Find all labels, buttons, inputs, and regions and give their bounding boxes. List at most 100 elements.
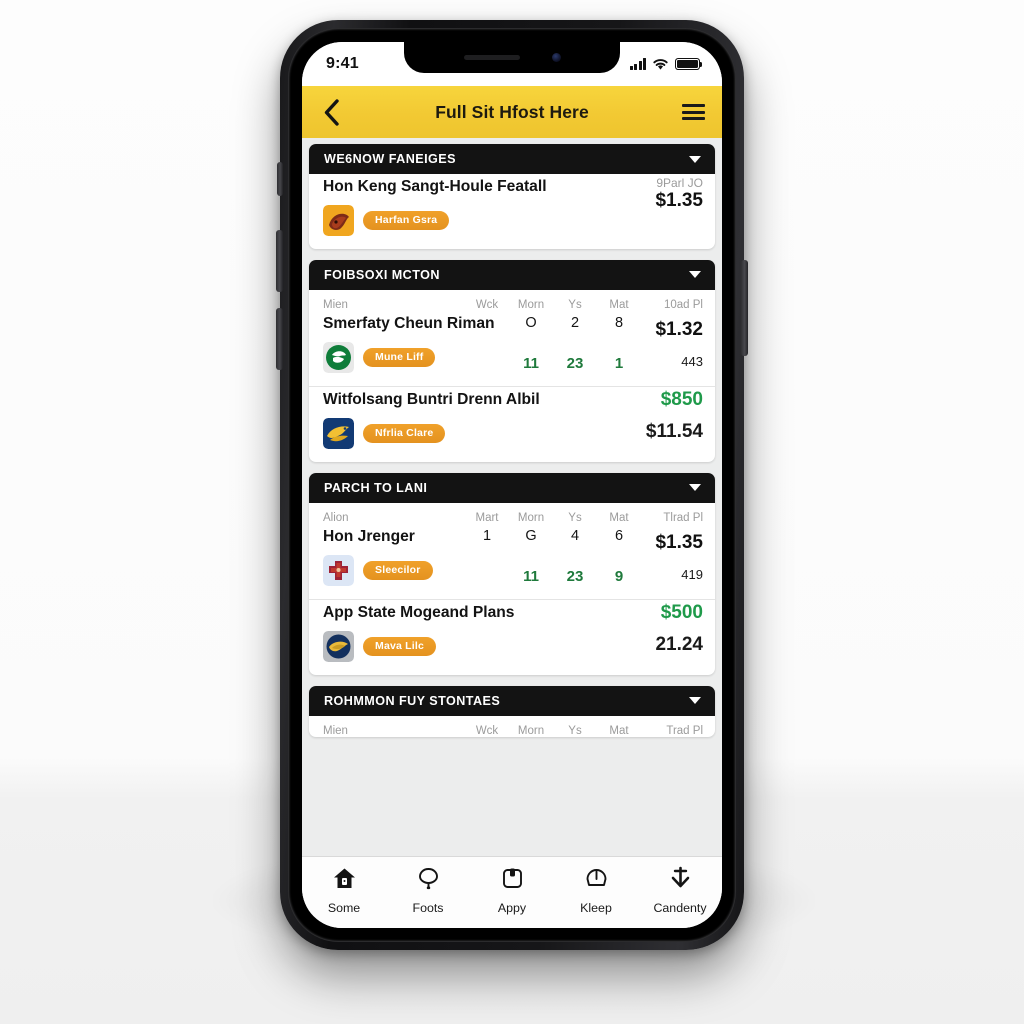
stat-column: 1 xyxy=(465,526,509,586)
row-title: Smerfaty Cheun Riman xyxy=(323,314,495,332)
chevron-down-icon[interactable] xyxy=(689,271,701,279)
stat-value-bottom: 23 xyxy=(566,567,584,585)
row-meta: Nfrlia Clare xyxy=(323,417,641,449)
price-column: $850 $11.54 xyxy=(641,389,703,449)
team-logo-green-icon xyxy=(323,341,354,373)
status-badge[interactable]: Sleecilor xyxy=(363,560,433,580)
tab-kleep[interactable]: Kleep xyxy=(554,866,638,915)
tab-foots[interactable]: Foots xyxy=(386,866,470,915)
device-notch xyxy=(404,42,620,73)
table-row[interactable]: Witfolsang Buntri Drenn Albil Nfrlia Clar… xyxy=(309,387,715,462)
column-header-4: Mat xyxy=(609,298,629,311)
status-badge[interactable]: Mava Lilc xyxy=(363,636,437,656)
stat-column: G 11 xyxy=(509,526,553,586)
section-card: FOIBSOXI MCTON Mien Wck Morn Ys Mat 10ad Pl Sme… xyxy=(309,259,715,462)
section-header[interactable]: PARCH TO LANI xyxy=(309,472,715,503)
tab-appy[interactable]: Appy xyxy=(470,866,554,915)
team-logo-red-cross-icon xyxy=(323,554,354,586)
row-main: Hon Jrenger Sleecilor xyxy=(323,526,465,586)
row-main: App State Mogeand Plans Mava Lilc xyxy=(323,602,641,662)
row-title: App State Mogeand Plans xyxy=(323,603,515,621)
stat-value-top: 1 xyxy=(482,527,492,544)
balloon-icon xyxy=(416,866,441,896)
price-sub: 443 xyxy=(681,353,703,369)
chevron-down-icon[interactable] xyxy=(689,484,701,492)
status-badge[interactable]: Harfan Gsra xyxy=(363,210,450,230)
power-button[interactable] xyxy=(741,260,748,356)
price-main: $1.35 xyxy=(655,190,703,211)
stat-value-top: 2 xyxy=(570,314,580,331)
price-sub: 419 xyxy=(681,566,703,582)
tab-candenty[interactable]: Candenty xyxy=(638,866,722,915)
column-header-0: Alion xyxy=(323,511,349,524)
volume-down-button[interactable] xyxy=(276,308,283,370)
tab-some[interactable]: Some xyxy=(302,866,386,915)
stat-value-bottom: 11 xyxy=(523,354,539,372)
clipboard-icon xyxy=(500,866,525,896)
stat-column: 69 xyxy=(597,526,641,586)
price-main: $850 xyxy=(660,388,703,410)
column-header-0: Mien xyxy=(323,724,348,737)
price-main: $1.32 xyxy=(655,318,703,340)
column-headers: Alion Mart Morn Ys Mat Tlrad Pl xyxy=(309,503,715,524)
stat-column: 81 xyxy=(597,313,641,373)
stat-column xyxy=(465,313,509,373)
tab-label: Kleep xyxy=(580,901,612,915)
column-header-3: Ys xyxy=(568,511,582,524)
stat-value-bottom: 1 xyxy=(614,354,624,372)
tab-label: Appy xyxy=(497,901,527,915)
row-main: Witfolsang Buntri Drenn Albil Nfrlia Clar… xyxy=(323,389,641,449)
status-badge[interactable]: Mune Liff xyxy=(363,347,436,367)
price-column: $1.32 443 xyxy=(641,313,703,373)
section-header[interactable]: ROHMMON FUY STONTAES xyxy=(309,685,715,716)
wifi-icon xyxy=(653,58,668,70)
stat-value-top: 6 xyxy=(614,527,624,544)
row-meta: Harfan Gsra xyxy=(323,204,641,236)
content-scroll-area[interactable]: WE6NOW FANEIGES Hon Keng Sangt-Houle Feat… xyxy=(302,138,722,856)
team-logo-navy-gold-icon xyxy=(323,630,354,662)
download-arrow-icon xyxy=(668,866,693,896)
hamburger-menu-icon[interactable] xyxy=(678,97,708,127)
stat-value-bottom: 23 xyxy=(566,354,584,372)
column-header-4: Mat xyxy=(609,511,629,524)
earpiece-speaker xyxy=(463,55,520,60)
table-row[interactable]: App State Mogeand Plans Mava Lilc $500 21.2… xyxy=(309,600,715,675)
section-card: WE6NOW FANEIGES Hon Keng Sangt-Houle Feat… xyxy=(309,144,715,249)
column-headers: Mien Wck Morn Ys Mat Trad Pl xyxy=(309,716,715,737)
stat-column: 4 23 xyxy=(553,526,597,586)
back-button[interactable] xyxy=(316,97,346,127)
row-meta: Mava Lilc xyxy=(323,630,641,662)
column-header-1: Mart xyxy=(475,511,499,524)
volume-up-button[interactable] xyxy=(276,230,283,292)
page-title: Full Sit Hfost Here xyxy=(435,101,589,122)
row-meta: Mune Liff xyxy=(323,341,465,373)
price-main: $1.35 xyxy=(655,531,703,553)
price-sub: $11.54 xyxy=(645,420,703,442)
price-column: 9Parl JO $1.35 xyxy=(641,176,703,236)
price-column: $1.35 419 xyxy=(641,526,703,586)
status-bar: 9:41 xyxy=(302,42,722,86)
section-header-label: PARCH TO LANI xyxy=(324,480,428,495)
section-card: PARCH TO LANI Alion Mart Morn Ys Mat Tlrad Pl H… xyxy=(309,472,715,675)
chevron-down-icon[interactable] xyxy=(689,155,701,163)
tab-label: Candenty xyxy=(653,901,707,915)
scene: 9:41 Full Sit Hfost Here WE6NOW FANEIGES… xyxy=(0,0,1024,1024)
bottom-tab-bar: Some Foots Appy Kleep Candenty xyxy=(302,856,722,928)
battery-full-icon xyxy=(675,58,703,70)
section-header[interactable]: FOIBSOXI MCTON xyxy=(309,259,715,290)
row-title: Hon Jrenger xyxy=(323,527,415,545)
table-row[interactable]: Hon Jrenger Sleecilor 1 G 11 4 23 6 9 $1.35 419 xyxy=(309,524,715,600)
section-card: ROHMMON FUY STONTAES Mien Wck Morn Ys Mat Trad… xyxy=(309,685,715,737)
status-badge[interactable]: Nfrlia Clare xyxy=(363,423,446,443)
chevron-down-icon[interactable] xyxy=(689,697,701,705)
table-row[interactable]: Smerfaty Cheun Riman Mune Liff O 11 2 23 8 1 $1.… xyxy=(309,311,715,387)
column-header-3: Ys xyxy=(568,724,582,737)
table-row[interactable]: Hon Keng Sangt-Houle Featall Harfan Gsra 9… xyxy=(309,174,715,249)
mute-switch[interactable] xyxy=(277,162,283,196)
section-header[interactable]: WE6NOW FANEIGES xyxy=(309,144,715,174)
team-logo-blue-eagle-icon xyxy=(323,417,354,449)
home-icon xyxy=(332,866,357,896)
section-header-label: ROHMMON FUY STONTAES xyxy=(324,693,501,708)
column-header-5: Tlrad Pl xyxy=(663,511,703,524)
stat-column: 2 23 xyxy=(553,313,597,373)
